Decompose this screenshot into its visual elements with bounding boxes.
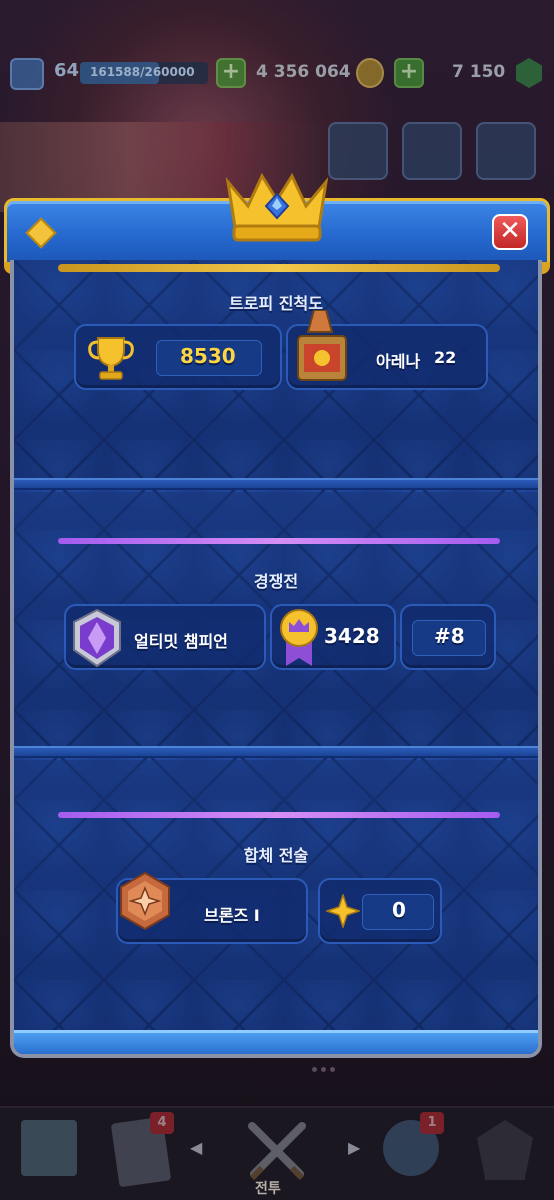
crown-icon	[225, 172, 329, 242]
gold-amount: 4 356 064	[256, 62, 351, 82]
shop-icon	[21, 1120, 77, 1176]
merge-league-panel: 브론즈 I	[116, 871, 308, 944]
tab-events[interactable]	[470, 1120, 540, 1190]
arena-number: 22	[434, 348, 457, 367]
gold-coin-icon	[356, 58, 384, 88]
level-number: 64	[54, 60, 80, 81]
ranked-rating-panel: 3428	[270, 604, 396, 670]
merge-section-title: 합체 전술	[243, 846, 309, 865]
nav-left-arrow[interactable]: ◀	[190, 1138, 202, 1157]
arena-panel: 아레나 22	[286, 310, 488, 390]
trophy-count-panel: 8530	[74, 324, 282, 390]
buy-gems-button[interactable]: +	[394, 58, 424, 88]
rating-medal-icon	[280, 609, 318, 666]
tab-shop[interactable]	[14, 1120, 84, 1190]
trophy-divider-line	[58, 264, 500, 272]
gem-icon	[516, 58, 542, 88]
ranked-section-title: 경쟁전	[253, 572, 299, 591]
trophy-section-title: 트로피 진척도	[229, 294, 323, 313]
merge-league-name: 브론즈 I	[204, 906, 260, 925]
ranked-divider-line	[58, 538, 500, 544]
merge-points-panel: 0	[318, 878, 442, 944]
ranked-league-name: 얼티밋 챔피언	[134, 632, 228, 651]
section-divider	[14, 478, 538, 490]
crossed-swords-icon	[248, 1122, 306, 1181]
ranked-position: #8	[434, 624, 465, 648]
news-button[interactable]	[402, 122, 462, 180]
merge-points: 0	[392, 898, 406, 922]
gem-amount: 7 150	[452, 62, 506, 82]
tab-cards[interactable]: 4	[106, 1112, 176, 1190]
social-notification-badge: 1	[420, 1112, 444, 1134]
trophy-count: 8530	[180, 344, 236, 368]
battle-tab-label: 전투	[255, 1181, 281, 1197]
section-divider	[14, 746, 538, 758]
nav-right-arrow[interactable]: ▶	[348, 1138, 360, 1157]
resource-bar: 64 161588/260000 + 4 356 064 + 7 150	[0, 52, 554, 96]
menu-button[interactable]	[476, 122, 536, 180]
ranked-rating: 3428	[324, 624, 380, 648]
arena-icon	[297, 310, 347, 381]
buy-gold-button[interactable]: +	[216, 58, 246, 88]
friends-button[interactable]	[328, 122, 388, 180]
events-icon	[477, 1120, 533, 1180]
trophy-icon	[88, 337, 134, 380]
bronze-badge-icon	[120, 871, 170, 931]
cards-notification-badge: 4	[150, 1112, 174, 1134]
modal-bottom-edge	[14, 1030, 538, 1054]
ultimate-champion-badge-icon	[73, 608, 121, 668]
arena-label: 아레나	[376, 352, 421, 371]
tab-social[interactable]: 1	[376, 1112, 446, 1190]
ranked-league-panel: 얼티밋 챔피언	[64, 604, 266, 670]
close-button[interactable]: ✕	[492, 214, 528, 250]
level-badge	[10, 58, 44, 90]
xp-text: 161588/260000	[90, 65, 195, 79]
page-dots	[312, 1057, 339, 1076]
profile-stats-modal: 트로피 진척도 8530 아레나 22 경쟁전 얼티밋 챔피언 3428 #8 …	[10, 260, 542, 1058]
merge-divider-line	[58, 812, 500, 818]
ranked-position-panel: #8	[400, 604, 496, 670]
star-icon	[326, 894, 360, 928]
